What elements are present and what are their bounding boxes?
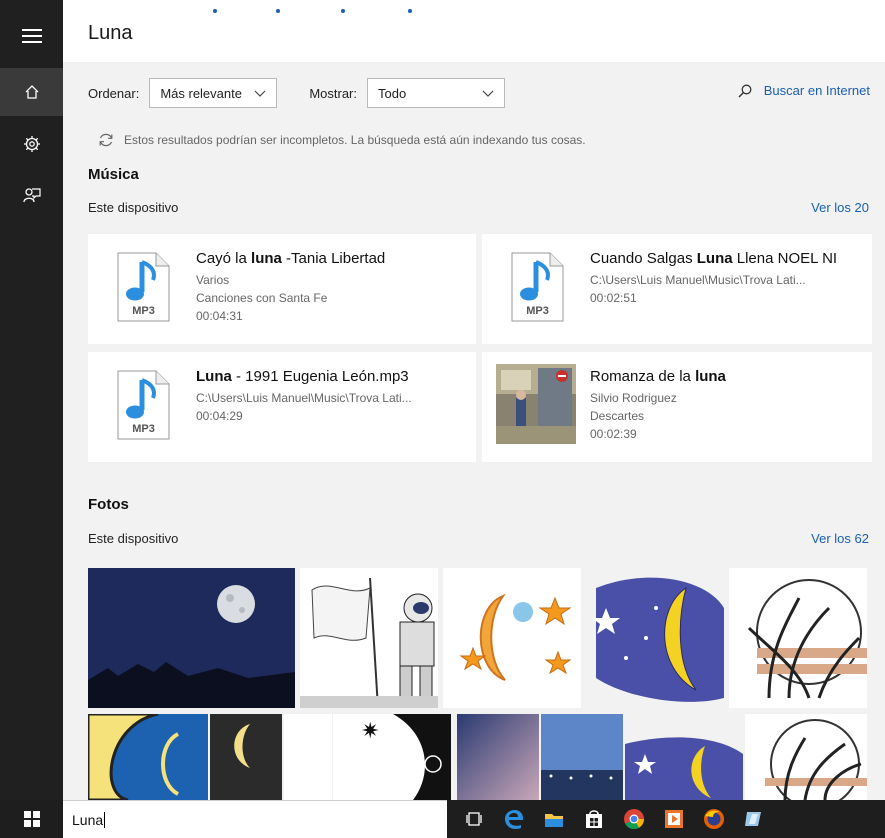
filter-bar: Ordenar: Más relevante Mostrar: Todo	[88, 78, 505, 108]
photo-thumbnail[interactable]	[457, 714, 539, 800]
photo-thumbnail[interactable]	[88, 714, 208, 800]
refresh-icon	[99, 133, 113, 147]
song-duration: 00:02:51	[590, 291, 637, 305]
left-rail	[0, 0, 63, 800]
media-player-icon	[665, 810, 683, 828]
windows-logo-icon	[23, 811, 40, 827]
search-icon	[738, 84, 752, 98]
music-result-card[interactable]: Romanza de la luna Silvio Rodriguez Desc…	[482, 352, 872, 462]
file-explorer-button[interactable]	[534, 800, 574, 838]
photo-thumbnail[interactable]: ✷	[333, 714, 451, 800]
photo-thumbnail[interactable]	[284, 714, 332, 800]
folder-icon	[545, 814, 563, 827]
song-title: Cayó la luna -Tania Libertad	[196, 250, 386, 267]
photo-thumbnail[interactable]	[443, 568, 581, 708]
top-loading-dots	[213, 9, 412, 13]
mp3-label: MP3	[526, 305, 549, 317]
song-meta: Canciones con Santa Fe	[196, 291, 328, 305]
show-label: Mostrar:	[309, 85, 357, 101]
photos-see-all-link[interactable]: Ver los 62	[811, 531, 869, 546]
web-search-label: Buscar en Internet	[763, 83, 870, 98]
song-title: Romanza de la luna	[590, 368, 726, 385]
feedback-button[interactable]	[0, 172, 63, 220]
pinned-app-button[interactable]	[734, 800, 774, 838]
chevron-down-icon	[254, 90, 266, 97]
song-duration: 00:04:29	[196, 409, 243, 423]
store-button[interactable]	[574, 800, 614, 838]
chrome-icon	[624, 809, 645, 830]
svg-text:✷: ✷	[361, 719, 379, 744]
photo-thumbnail[interactable]	[300, 568, 438, 708]
music-section-title: Música	[88, 166, 139, 183]
query-title: Luna	[88, 22, 133, 44]
edge-button[interactable]	[494, 800, 534, 838]
taskbar-search-input[interactable]: Luna	[63, 800, 447, 838]
sort-value: Más relevante	[160, 85, 242, 101]
mp3-label: MP3	[132, 423, 155, 435]
photo-thumbnail[interactable]	[210, 714, 282, 800]
settings-button[interactable]	[0, 120, 63, 168]
photo-thumbnail[interactable]	[541, 714, 623, 800]
song-duration: 00:02:39	[590, 427, 637, 441]
hamburger-icon	[21, 29, 42, 43]
chevron-down-icon	[482, 90, 494, 97]
photo-thumbnail[interactable]	[586, 568, 724, 708]
music-see-all-link[interactable]: Ver los 20	[811, 200, 869, 215]
show-value: Todo	[377, 85, 407, 101]
photos-section-title: Fotos	[88, 496, 129, 513]
photo-thumbnail[interactable]	[745, 714, 867, 800]
notice-text: Estos resultados podrían ser incompletos…	[124, 133, 586, 147]
hamburger-menu-button[interactable]	[0, 12, 63, 60]
results-panel: Ordenar: Más relevante Mostrar: Todo Bus…	[63, 62, 885, 800]
chrome-button[interactable]	[614, 800, 654, 838]
indexing-notice: Estos resultados podrían ser incompletos…	[98, 132, 586, 148]
firefox-icon	[704, 809, 724, 829]
edge-icon	[505, 810, 523, 829]
song-meta: Varios	[196, 273, 230, 287]
web-search-link[interactable]: Buscar en Internet	[738, 83, 870, 98]
mp3-label: MP3	[132, 305, 155, 317]
task-view-icon	[466, 812, 482, 826]
photo-thumbnail[interactable]	[625, 714, 743, 800]
song-duration: 00:04:31	[196, 309, 243, 323]
music-result-card[interactable]: MP3 Cayó la luna -Tania Libertad Varios …	[88, 234, 476, 344]
home-icon	[25, 85, 38, 99]
photo-thumbnail[interactable]	[729, 568, 867, 708]
search-header: Luna	[63, 0, 885, 62]
mp3-file-icon: MP3	[117, 370, 170, 440]
song-title: Cuando Salgas Luna Llena NOEL NI	[590, 250, 838, 267]
app-icon	[745, 812, 761, 826]
photos-subhead: Este dispositivo	[88, 531, 179, 546]
media-player-button[interactable]	[654, 800, 694, 838]
song-path: C:\Users\Luis Manuel\Music\Trova Lati...	[590, 273, 806, 287]
home-button[interactable]	[0, 68, 63, 116]
mp3-file-icon: MP3	[117, 252, 170, 322]
task-view-button[interactable]	[454, 800, 494, 838]
album-art	[496, 364, 576, 444]
mp3-file-icon: MP3	[511, 252, 564, 322]
store-bag-icon	[586, 810, 602, 828]
taskbar: Luna	[0, 800, 885, 838]
gear-icon	[23, 136, 40, 152]
song-path: C:\Users\Luis Manuel\Music\Trova Lati...	[196, 391, 412, 405]
song-title: Luna - 1991 Eugenia León.mp3	[196, 368, 409, 385]
firefox-button[interactable]	[694, 800, 734, 838]
search-query-text: Luna	[72, 812, 106, 828]
feedback-icon	[22, 188, 41, 203]
song-album: Descartes	[590, 409, 645, 423]
show-dropdown[interactable]: Todo	[366, 78, 505, 108]
photo-thumbnail[interactable]	[88, 568, 295, 708]
sort-label: Ordenar:	[88, 85, 140, 101]
sort-dropdown[interactable]: Más relevante	[149, 78, 278, 108]
music-result-card[interactable]: MP3 Luna - 1991 Eugenia León.mp3 C:\User…	[88, 352, 476, 462]
music-subhead: Este dispositivo	[88, 200, 179, 215]
song-artist: Silvio Rodriguez	[590, 391, 677, 405]
music-result-card[interactable]: MP3 Cuando Salgas Luna Llena NOEL NI C:\…	[482, 234, 872, 344]
start-button[interactable]	[0, 800, 63, 838]
